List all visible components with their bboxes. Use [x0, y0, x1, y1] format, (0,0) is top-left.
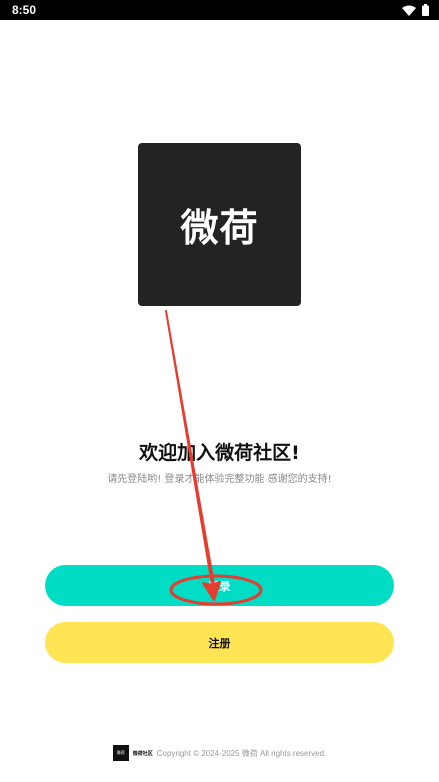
login-button-label: 登录: [208, 580, 231, 593]
footer-copyright: Copyright © 2024-2025 微荷 All rights rese…: [156, 748, 327, 758]
footer-brand: 微荷社区: [132, 750, 153, 757]
welcome-subtitle: 请先登陆哟! 登录才能体验完整功能 感谢您的支持!: [107, 474, 332, 485]
register-button[interactable]: 注册: [45, 622, 394, 663]
status-icons: [402, 4, 429, 16]
login-button[interactable]: 登录: [45, 565, 394, 606]
status-time: 8:50: [12, 3, 37, 17]
welcome-title: 欢迎加入微荷社区!: [139, 442, 300, 464]
status-bar: 8:50: [0, 0, 439, 20]
wifi-icon: [402, 5, 416, 16]
login-screen: 8:50 微荷 欢迎加入微荷社区! 请先登陆哟! 登录才能体验完整功能 感谢您的…: [0, 0, 439, 782]
footer: 微荷 微荷社区 Copyright © 2024-2025 微荷 All rig…: [0, 744, 439, 762]
app-logo: 微荷: [138, 143, 301, 306]
footer-logo: 微荷: [112, 745, 129, 761]
annotation-overlay: [165, 310, 263, 606]
register-button-label: 注册: [208, 637, 231, 650]
battery-icon: [422, 4, 429, 16]
app-logo-text: 微荷: [180, 206, 259, 250]
